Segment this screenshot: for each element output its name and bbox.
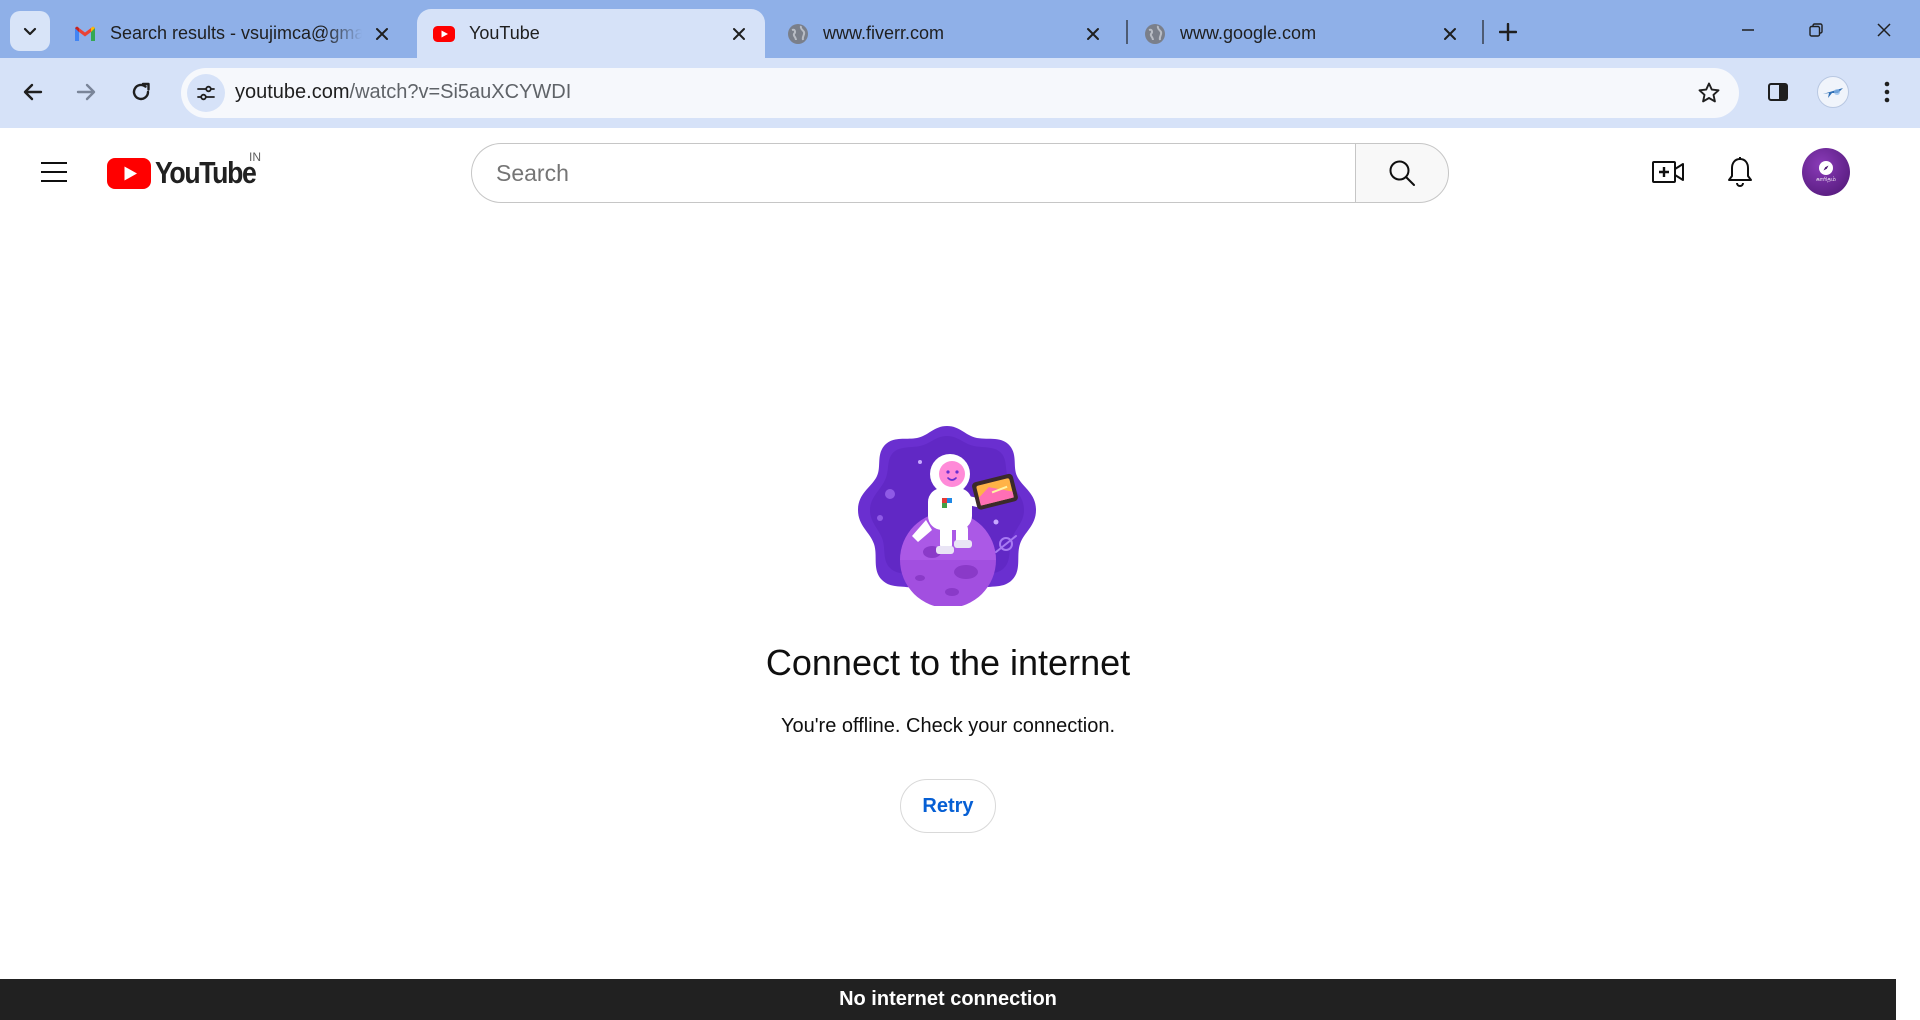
tab-gmail[interactable]: Search results - vsujimca@gmail.com - Gm… (58, 9, 408, 58)
search-icon (1389, 160, 1415, 186)
arrow-right-icon (76, 83, 96, 101)
tab-youtube[interactable]: YouTube (417, 9, 765, 58)
close-tab-icon[interactable] (1438, 22, 1462, 46)
video-add-icon (1652, 161, 1684, 183)
hamburger-menu-icon (41, 162, 67, 182)
search-box (471, 143, 1355, 203)
chrome-menu-button[interactable] (1866, 71, 1908, 113)
gmail-icon (74, 23, 96, 45)
no-connection-snackbar: No internet connection (0, 979, 1896, 1020)
youtube-icon (433, 23, 455, 45)
account-avatar[interactable]: காரிதம் (1802, 148, 1850, 196)
star-icon (1698, 82, 1720, 103)
youtube-logo[interactable]: YouTube (107, 155, 272, 191)
create-button[interactable] (1646, 150, 1690, 194)
offline-title: Connect to the internet (765, 642, 1131, 683)
browser-toolbar: youtube.com/watch?v=Si5auXCYWDI (0, 58, 1920, 128)
arrow-left-icon (23, 83, 43, 101)
bell-icon (1728, 157, 1752, 187)
chevron-down-icon (23, 27, 37, 36)
tune-icon (197, 85, 215, 101)
search-input[interactable] (496, 144, 1336, 202)
tab-strip: Search results - vsujimca@gmail.com - Gm… (0, 0, 1920, 58)
avatar (1817, 76, 1849, 108)
youtube-play-icon (107, 157, 151, 189)
chrome-profile-button[interactable] (1812, 71, 1854, 113)
search-button[interactable] (1355, 143, 1449, 203)
bookmark-button[interactable] (1695, 79, 1723, 107)
minimize-button[interactable] (1726, 12, 1770, 48)
notifications-button[interactable] (1718, 150, 1762, 194)
youtube-wordmark: YouTube (155, 155, 257, 190)
globe-icon (1144, 23, 1166, 45)
offline-astronaut-illustration (858, 426, 1036, 606)
url-path: /watch?v=Si5auXCYWDI (349, 81, 572, 103)
more-vert-icon (1884, 81, 1890, 103)
close-tab-icon[interactable] (727, 22, 751, 46)
globe-icon (787, 23, 809, 45)
url-host: youtube.com (235, 81, 350, 103)
address-bar[interactable]: youtube.com/watch?v=Si5auXCYWDI (181, 68, 1739, 118)
airplane-icon (1823, 88, 1843, 98)
close-tab-icon[interactable] (370, 22, 394, 46)
tab-google[interactable]: www.google.com (1128, 9, 1476, 58)
snackbar-text: No internet connection (839, 988, 1057, 1010)
reload-icon (132, 82, 150, 101)
reload-button[interactable] (120, 71, 162, 113)
tab-title: YouTube (469, 23, 540, 43)
side-panel-button[interactable] (1757, 71, 1799, 113)
retry-button[interactable]: Retry (900, 779, 996, 833)
plus-icon (1499, 23, 1517, 41)
tab-fiverr[interactable]: www.fiverr.com (771, 9, 1119, 58)
tab-title: Search results - vsujimca@gmail.com - Gm… (110, 23, 362, 43)
site-info-button[interactable] (187, 74, 225, 112)
close-tab-icon[interactable] (1081, 22, 1105, 46)
compass-icon (1819, 160, 1833, 175)
youtube-header: YouTube IN காரிதம் (0, 128, 1920, 218)
youtube-search (471, 143, 1449, 203)
new-tab-button[interactable] (1490, 14, 1526, 50)
offline-message: You're offline. Check your connection. (780, 715, 1116, 737)
tab-title: www.google.com (1180, 23, 1317, 43)
url-text: youtube.com/watch?v=Si5auXCYWDI (235, 81, 571, 104)
country-code: IN (249, 150, 261, 164)
close-window-button[interactable] (1862, 12, 1906, 48)
restore-icon (1809, 23, 1823, 37)
minimize-icon (1742, 29, 1754, 31)
tab-separator (1482, 20, 1484, 44)
guide-menu-button[interactable] (34, 152, 74, 192)
side-panel-icon (1768, 83, 1788, 101)
scrollbar[interactable] (1896, 218, 1920, 1020)
tab-title: www.fiverr.com (823, 23, 945, 43)
forward-button[interactable] (65, 71, 107, 113)
avatar-text: காரிதம் (1815, 176, 1837, 183)
restore-button[interactable] (1794, 12, 1838, 48)
close-icon (1877, 23, 1891, 37)
tab-search-button[interactable] (10, 11, 50, 51)
back-button[interactable] (12, 71, 54, 113)
